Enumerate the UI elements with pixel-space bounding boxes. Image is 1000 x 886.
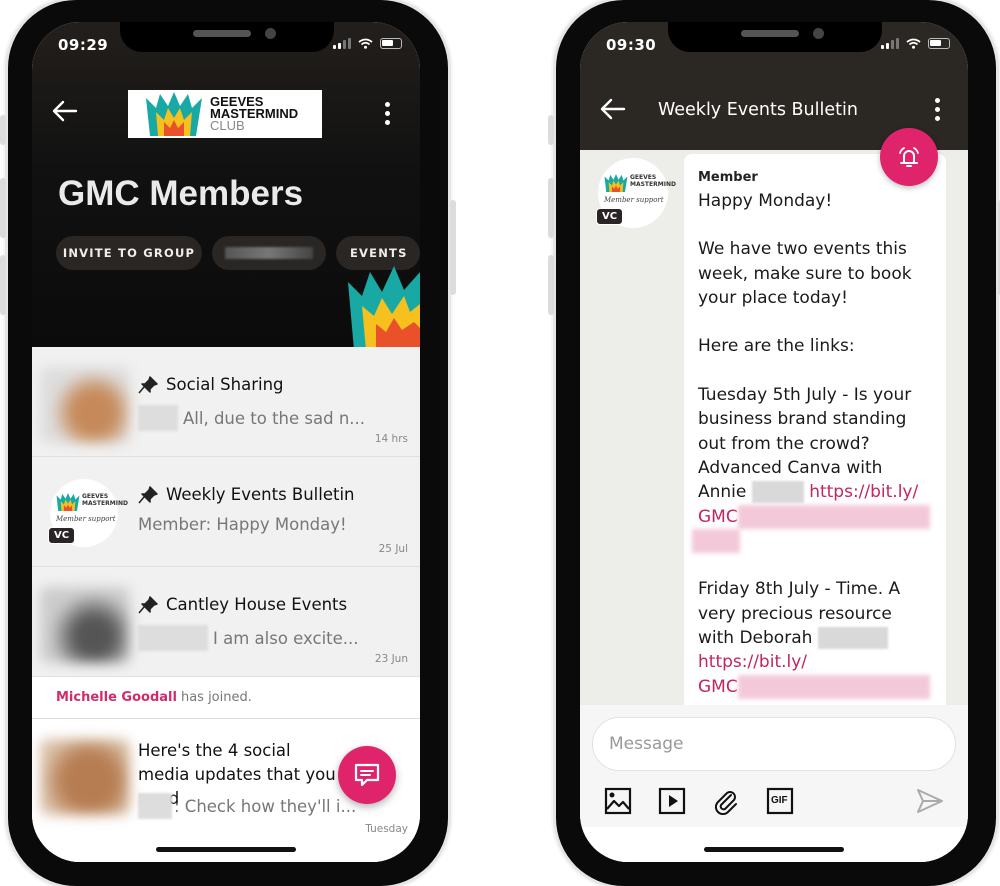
- avatar-caption: Member support: [56, 515, 116, 523]
- blurred-avatar: [40, 587, 130, 663]
- bottom-safe-area: [580, 827, 968, 862]
- phone-frame-right: 09:30 Weekly Events Bulletin GEEVES MAST…: [548, 0, 1000, 886]
- chat-screen: 09:30 Weekly Events Bulletin GEEVES MAST…: [580, 22, 968, 862]
- gif-icon[interactable]: GIF: [766, 787, 794, 815]
- mute-switch: [548, 115, 554, 145]
- notch: [120, 22, 334, 52]
- redacted-surname: [751, 481, 804, 504]
- event-2-link-prefix[interactable]: GMC: [698, 677, 738, 697]
- pin-icon: [138, 595, 158, 613]
- chat-title: Weekly Events Bulletin: [166, 485, 355, 504]
- chat-preview: I am also excite...: [213, 628, 359, 648]
- group-header: GEEVES MASTERMIND CLUB GMC Members INVIT…: [32, 22, 420, 347]
- crown-logo-icon: [604, 174, 628, 192]
- bell-ringing-icon: [899, 147, 919, 167]
- message-input[interactable]: Message: [592, 717, 956, 771]
- attachment-icon[interactable]: [712, 787, 740, 815]
- chat-title: Cantley House Events: [166, 595, 348, 614]
- blurred-avatar: [40, 739, 130, 815]
- crown-logo-icon: [56, 493, 80, 511]
- volume-up-button: [0, 178, 6, 238]
- signal-icon: [333, 38, 351, 49]
- status-time: 09:30: [606, 36, 657, 54]
- battery-icon: [380, 38, 402, 49]
- event-1-link[interactable]: https://bit.ly/: [809, 482, 918, 502]
- notification-bell-button[interactable]: [880, 128, 938, 186]
- redacted-link[interactable]: [737, 674, 930, 699]
- member-joined-notice: Michelle Goodall has joined.: [32, 677, 420, 719]
- chat-time: 23 Jun: [374, 653, 408, 665]
- redacted-name: [138, 405, 178, 431]
- volume-down-button: [0, 255, 6, 315]
- back-arrow-icon[interactable]: [52, 100, 78, 127]
- phone-frame-left: 09:29 GEEVES MASTERMIND CLUB GMC Members…: [0, 0, 456, 886]
- crown-logo-icon: [146, 92, 202, 136]
- signal-icon: [881, 38, 899, 49]
- message-links-heading: Here are the links:: [698, 336, 855, 357]
- post-time: Tuesday: [365, 823, 408, 835]
- joined-text: has joined.: [180, 690, 252, 705]
- chat-title: Weekly Events Bulletin: [658, 100, 858, 120]
- pin-icon: [138, 485, 158, 503]
- redacted-surname: [817, 627, 888, 650]
- chat-title: Social Sharing: [166, 375, 284, 394]
- chat-preview: All, due to the sad n...: [183, 408, 366, 428]
- image-icon[interactable]: [604, 787, 632, 815]
- invite-to-group-button[interactable]: INVITE TO GROUP: [56, 236, 202, 270]
- send-icon[interactable]: [916, 787, 944, 815]
- status-time: 09:29: [58, 36, 109, 54]
- vc-badge: VC: [48, 527, 76, 544]
- chat-bubble-icon: [354, 763, 380, 787]
- pin-icon: [138, 375, 158, 393]
- member-support-avatar: GEEVES MASTERMIND Member support VC: [48, 479, 128, 547]
- vc-badge: VC: [596, 208, 624, 225]
- wifi-icon: [358, 38, 373, 49]
- redacted-link[interactable]: [692, 528, 740, 553]
- joined-member-name[interactable]: Michelle Goodall: [56, 690, 177, 705]
- event-2-link[interactable]: https://bit.ly/: [698, 652, 807, 672]
- volume-down-button: [548, 255, 554, 315]
- logo-line-3: CLUB: [210, 118, 245, 133]
- avatar-caption: Member support: [604, 196, 664, 204]
- message-intro: We have two events this week, make sure …: [698, 239, 912, 308]
- more-options-icon[interactable]: [385, 102, 390, 125]
- home-indicator[interactable]: [704, 847, 844, 852]
- home-indicator[interactable]: [156, 847, 296, 852]
- new-chat-button[interactable]: [338, 746, 396, 804]
- message-composer: Message GIF: [580, 705, 968, 827]
- video-icon[interactable]: [658, 787, 686, 815]
- more-options-icon[interactable]: [935, 98, 940, 121]
- redacted-name: [138, 793, 172, 819]
- volume-up-button: [548, 178, 554, 238]
- chat-time: 25 Jul: [378, 543, 408, 555]
- chat-time: 14 hrs: [374, 433, 408, 445]
- back-arrow-icon[interactable]: [600, 98, 626, 125]
- event-1-link-prefix[interactable]: GMC: [698, 507, 738, 527]
- message-bubble: Member Happy Monday! We have two events …: [684, 154, 946, 705]
- group-title: GMC Members: [58, 174, 304, 213]
- sender-avatar[interactable]: GEEVES MASTERMIND Member support VC: [596, 158, 676, 228]
- redacted-chip-button[interactable]: [212, 236, 326, 270]
- message-greeting: Happy Monday!: [698, 191, 833, 211]
- chat-item-social-sharing[interactable]: Social Sharing All, due to the sad n... …: [32, 347, 420, 457]
- mute-switch: [0, 115, 6, 145]
- notch: [668, 22, 882, 52]
- chat-item-cantley-house-events[interactable]: Cantley House Events I am also excite...…: [32, 567, 420, 677]
- group-screen: 09:29 GEEVES MASTERMIND CLUB GMC Members…: [32, 22, 420, 862]
- event-1-description: Tuesday 5th July - Is your business bran…: [692, 383, 932, 553]
- chat-preview: Member: Happy Monday!: [138, 515, 347, 534]
- redacted-link[interactable]: [737, 504, 930, 529]
- crown-decoration-icon: [348, 266, 420, 347]
- blurred-avatar: [40, 367, 130, 443]
- battery-icon: [928, 38, 950, 49]
- gif-label: GIF: [771, 795, 788, 806]
- club-logo: GEEVES MASTERMIND CLUB: [128, 90, 322, 138]
- redacted-name: [138, 625, 208, 651]
- power-button: [450, 200, 456, 295]
- event-2-description: Friday 8th July - Time. A very precious …: [698, 577, 932, 699]
- post-preview: : Check how they'll i...: [174, 796, 357, 816]
- wifi-icon: [906, 38, 921, 49]
- message-thread[interactable]: GEEVES MASTERMIND Member support VC Membe…: [580, 150, 968, 705]
- chat-item-weekly-events-bulletin[interactable]: GEEVES MASTERMIND Member support VC Weekl…: [32, 457, 420, 567]
